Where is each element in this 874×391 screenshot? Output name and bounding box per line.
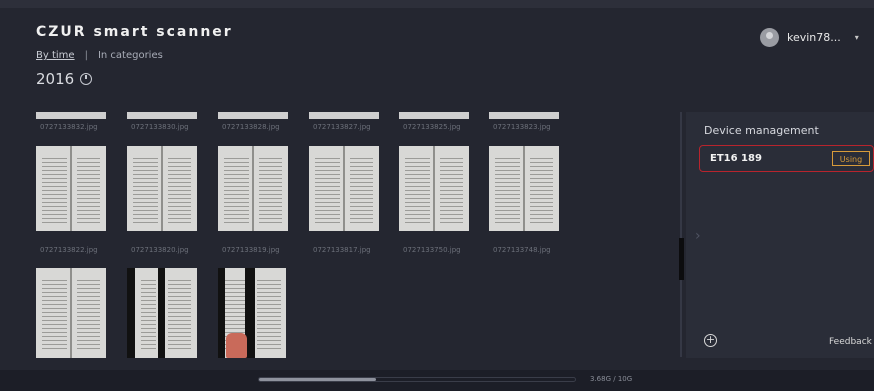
view-mode-nav: By time | In categories <box>36 50 163 61</box>
year-heading: 2016 <box>36 70 93 88</box>
file-name: 0727133819.jpg <box>222 246 280 254</box>
file-name: 0727133750.jpg <box>403 246 461 254</box>
image-thumbnail[interactable] <box>309 112 379 119</box>
image-thumbnail[interactable] <box>127 112 197 119</box>
status-badge: Using <box>832 151 870 166</box>
image-thumbnail[interactable] <box>36 268 106 358</box>
chevron-right-icon[interactable]: › <box>695 228 701 244</box>
feedback-link[interactable]: Feedback <box>829 337 872 347</box>
storage-label: 3.68G / 10G <box>590 375 633 383</box>
user-name[interactable]: kevin78... <box>787 31 841 44</box>
storage-progress-bar <box>258 377 576 382</box>
image-thumbnail[interactable] <box>218 268 286 358</box>
device-panel-title: Device management <box>704 124 819 137</box>
file-name: 0727133822.jpg <box>40 246 98 254</box>
image-thumbnail[interactable] <box>309 146 379 231</box>
add-device-icon[interactable]: + <box>704 334 717 347</box>
storage-progress-fill <box>259 378 376 381</box>
file-name: 0727133827.jpg <box>313 123 371 131</box>
image-thumbnail[interactable] <box>399 146 469 231</box>
file-name: 0727133820.jpg <box>131 246 189 254</box>
image-thumbnail[interactable] <box>127 268 197 358</box>
panel-divider <box>680 112 682 357</box>
file-name: 0727133825.jpg <box>403 123 461 131</box>
image-thumbnail[interactable] <box>489 146 559 231</box>
user-menu[interactable]: kevin78... ▾ <box>760 28 859 47</box>
clock-icon[interactable] <box>80 73 93 85</box>
file-name: 0727133748.jpg <box>493 246 551 254</box>
image-thumbnail[interactable] <box>218 146 288 231</box>
in-categories-tab[interactable]: In categories <box>98 50 163 61</box>
image-thumbnail[interactable] <box>399 112 469 119</box>
file-name: 0727133828.jpg <box>222 123 280 131</box>
by-time-tab[interactable]: By time <box>36 50 75 61</box>
image-thumbnail[interactable] <box>36 112 106 119</box>
file-name: 0727133823.jpg <box>493 123 551 131</box>
file-name: 0727133832.jpg <box>40 123 98 131</box>
year-label: 2016 <box>36 70 75 88</box>
scrollbar-thumb[interactable] <box>679 238 684 280</box>
image-thumbnail[interactable] <box>218 112 288 119</box>
app-title: CZUR smart scanner <box>36 24 233 40</box>
window-frame <box>0 0 874 8</box>
file-name: 0727133817.jpg <box>313 246 371 254</box>
device-name[interactable]: ET16 189 <box>710 153 762 164</box>
file-name: 0727133830.jpg <box>131 123 189 131</box>
avatar-icon[interactable] <box>760 28 779 47</box>
image-thumbnail[interactable] <box>489 112 559 119</box>
nav-separator: | <box>84 50 88 61</box>
caret-down-icon[interactable]: ▾ <box>855 33 859 42</box>
image-thumbnail[interactable] <box>127 146 197 231</box>
image-thumbnail[interactable] <box>36 146 106 231</box>
